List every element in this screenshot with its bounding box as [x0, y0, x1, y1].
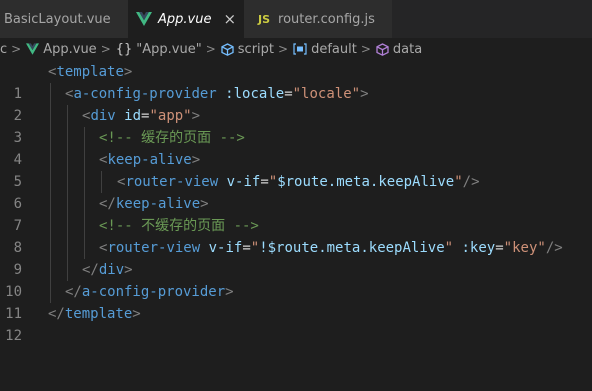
code-line: 1 <template> — [0, 61, 592, 102]
code-comment: <!-- 不缓存的页面 --> — [99, 218, 259, 234]
line-number: 12 — [5, 328, 22, 344]
tab-app-vue[interactable]: App.vue × — [128, 0, 244, 38]
javascript-file-icon: JS — [258, 12, 271, 26]
code-line: 3 <div id="app"> — [0, 105, 592, 146]
code-text: <router-view v-if="!$route.meta.keepAliv… — [99, 240, 563, 256]
code-text: </div> — [82, 262, 133, 278]
tab-router-config-js[interactable]: JS router.config.js — [244, 0, 392, 38]
variable-icon — [293, 43, 307, 55]
code-text: <router-view v-if="$route.meta.keepAlive… — [117, 174, 480, 190]
method-cube-icon — [376, 42, 389, 56]
code-editor[interactable]: 1 <template> 2 <a-config-provider :local… — [0, 60, 592, 344]
object-icon: {} — [115, 41, 133, 57]
breadcrumb-file[interactable]: App.vue — [43, 42, 96, 57]
chevron-right-icon: > — [100, 42, 111, 56]
code-line: 6 <router-view v-if="$route.meta.keepAli… — [0, 171, 592, 212]
chevron-right-icon: > — [11, 42, 22, 56]
code-line: 12 </template> — [0, 303, 592, 344]
tab-label: App.vue — [158, 11, 212, 27]
breadcrumb-object[interactable]: "App.vue" — [136, 42, 201, 57]
close-icon[interactable]: × — [223, 11, 236, 27]
chevron-right-icon: > — [360, 42, 371, 56]
tab-basiclayout-vue[interactable]: BasicLayout.vue — [0, 0, 128, 38]
breadcrumb-default[interactable]: default — [311, 42, 357, 57]
breadcrumb-root[interactable]: c — [0, 42, 7, 57]
code-text: </keep-alive> — [99, 196, 209, 212]
code-line: 11 </a-config-provider> — [0, 281, 592, 322]
breadcrumb: c > App.vue > {} "App.vue" > script > de… — [0, 38, 592, 60]
code-text: </a-config-provider> — [65, 284, 234, 300]
code-text: <a-config-provider :locale="locale"> — [65, 86, 369, 102]
tab-label: BasicLayout.vue — [4, 11, 111, 27]
chevron-right-icon: > — [278, 42, 289, 56]
code-line: 7 </keep-alive> — [0, 193, 592, 234]
vue-file-icon — [136, 12, 152, 26]
code-text: <div id="app"> — [82, 108, 201, 124]
code-line: 8 <!-- 不缓存的页面 --> — [0, 215, 592, 256]
breadcrumb-data[interactable]: data — [393, 42, 422, 57]
code-line: 9 <router-view v-if="!$route.meta.keepAl… — [0, 237, 592, 278]
code-line: 10 </div> — [0, 259, 592, 300]
code-line: 2 <a-config-provider :locale="locale"> — [0, 83, 592, 124]
code-line: 4 <!-- 缓存的页面 --> — [0, 127, 592, 168]
code-comment: <!-- 缓存的页面 --> — [99, 130, 245, 146]
breadcrumb-script[interactable]: script — [238, 42, 274, 57]
code-text: <template> — [48, 64, 133, 80]
vue-file-icon — [26, 43, 40, 55]
tab-label: router.config.js — [278, 11, 375, 27]
cube-icon — [221, 42, 234, 56]
chevron-right-icon: > — [205, 42, 216, 56]
code-text: <keep-alive> — [99, 152, 201, 168]
code-text: </template> — [48, 306, 141, 322]
editor-tab-bar: BasicLayout.vue App.vue × JS router.conf… — [0, 0, 592, 38]
code-line: 5 <keep-alive> — [0, 149, 592, 190]
